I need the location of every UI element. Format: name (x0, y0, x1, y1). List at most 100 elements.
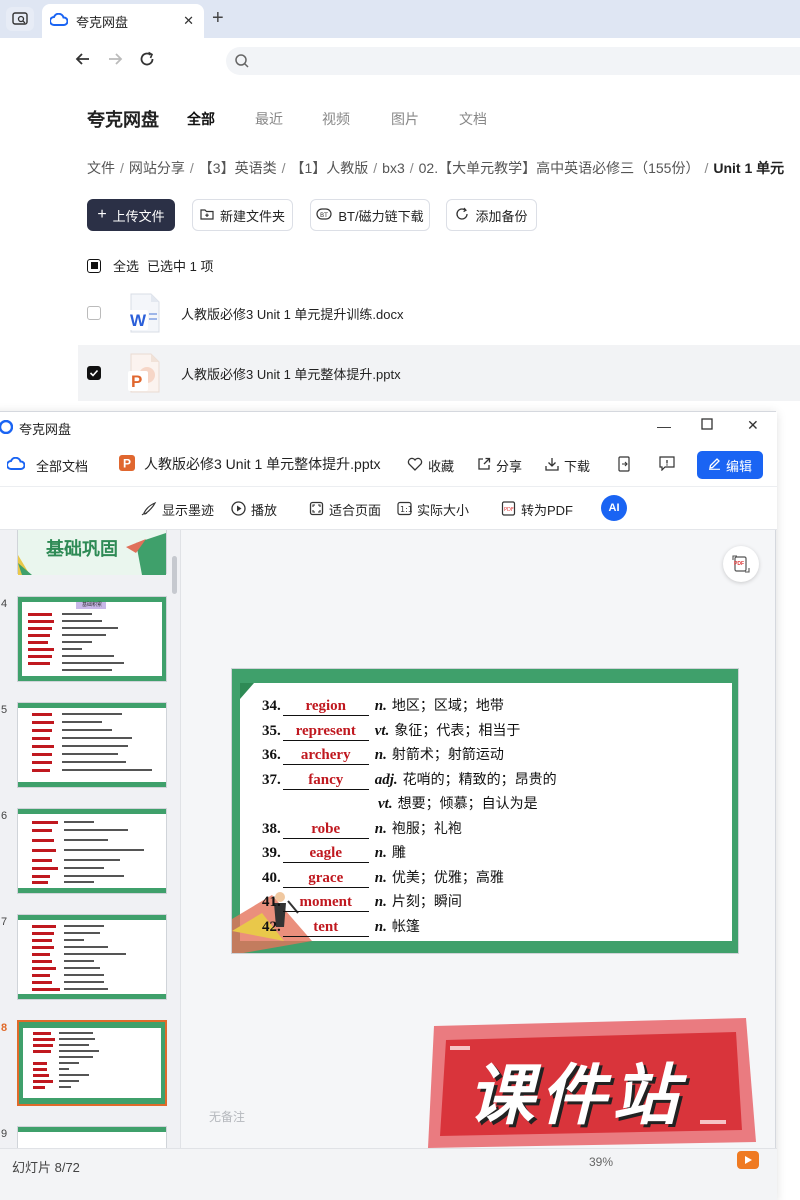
vocab-definition: 想要；倾慕；自认为是 (397, 796, 538, 812)
thumb-header-label: 基础积累 (82, 602, 103, 608)
thumb-number: 6 (1, 810, 8, 822)
breadcrumb-separator: / (409, 160, 414, 176)
tab-close-icon[interactable]: ✕ (183, 13, 194, 29)
pdf-float-button[interactable]: PDF (723, 546, 759, 582)
share-button[interactable]: 分享 (477, 456, 522, 475)
vocab-part-of-speech: n. (374, 845, 387, 861)
close-window-icon[interactable]: ✕ (747, 417, 759, 434)
export-icon[interactable] (617, 456, 631, 472)
tab-document[interactable]: 文档 (459, 109, 487, 129)
current-file-title: P 人教版必修3 Unit 1 单元整体提升.pptx (119, 454, 385, 474)
edit-label: 编辑 (725, 458, 752, 474)
breadcrumb-item[interactable]: 【1】人教版 (290, 160, 368, 176)
sidebar-scrollbar[interactable] (172, 556, 177, 594)
breadcrumb-item[interactable]: 【3】英语类 (199, 160, 277, 176)
tab-video[interactable]: 视频 (322, 109, 350, 129)
slide-thumbnail[interactable] (17, 914, 167, 1000)
vocab-entry: 40. grace n. 优美；优雅；高雅 (262, 867, 504, 888)
slide-thumbnail-active[interactable] (17, 1020, 167, 1106)
slide-thumbnail[interactable] (17, 808, 167, 894)
vocab-part-of-speech: n. (374, 894, 387, 910)
select-all-checkbox[interactable] (87, 258, 101, 273)
vocab-number: 36. (262, 747, 281, 763)
breadcrumb-current: Unit 1 单元 (713, 160, 785, 176)
file-row[interactable]: P 人教版必修3 Unit 1 单元整体提升.pptx (78, 345, 800, 401)
file-checkbox[interactable] (87, 366, 101, 380)
share-label: 分享 (496, 459, 523, 474)
viewer-toolbar: 全部文档 P 人教版必修3 Unit 1 单元整体提升.pptx 收藏 分享 下… (0, 442, 777, 486)
download-button[interactable]: 下载 (545, 456, 590, 475)
file-row[interactable]: W 人教版必修3 Unit 1 单元提升训练.docx (78, 285, 800, 341)
vocab-part-of-speech: vt. (374, 722, 390, 739)
file-name: 人教版必修3 Unit 1 单元提升训练.docx (181, 306, 404, 322)
play-label: 播放 (251, 503, 278, 518)
vocab-answer: robe (282, 821, 369, 839)
ai-assistant-button[interactable]: AI (601, 495, 627, 521)
show-ink-label: 显示墨迹 (162, 503, 215, 518)
sync-icon (455, 207, 469, 224)
bt-download-button[interactable]: BT BT/磁力链下载 (310, 199, 430, 231)
word-file-icon: W (127, 293, 161, 333)
select-all-label[interactable]: 全选 (113, 256, 139, 275)
browser-tab[interactable]: 夸克网盘 ✕ (42, 4, 204, 38)
collect-button[interactable]: 收藏 (407, 456, 454, 475)
vocab-number: 42. (262, 918, 281, 935)
address-bar[interactable] (226, 47, 800, 75)
tab-all[interactable]: 全部 (187, 109, 215, 129)
vocab-entry: 34. region n. 地区；区域；地带 (262, 695, 504, 716)
slide-thumbnail[interactable]: 基础积累 (17, 596, 167, 682)
play-orange-icon[interactable] (737, 1151, 759, 1169)
file-checkbox[interactable] (87, 306, 101, 320)
search-icon (234, 53, 250, 74)
fit-page-button[interactable]: 适合页面 (309, 500, 381, 519)
zoom-level[interactable]: 39% (589, 1155, 613, 1169)
edit-button[interactable]: 编辑 (697, 451, 763, 479)
back-icon[interactable] (74, 50, 92, 72)
convert-pdf-button[interactable]: PDF 转为PDF (501, 500, 573, 519)
download-icon (545, 457, 559, 474)
all-docs-button[interactable]: 全部文档 (6, 456, 89, 475)
add-backup-button[interactable]: 添加备份 (446, 199, 537, 231)
maximize-icon[interactable] (701, 417, 713, 433)
breadcrumb-separator: / (189, 160, 194, 176)
thumb-number: 8 (1, 1022, 8, 1034)
play-button[interactable]: 播放 (231, 500, 277, 519)
vocab-number: 40. (262, 869, 281, 886)
reload-icon[interactable] (138, 50, 156, 72)
show-ink-button[interactable]: 显示墨迹 (141, 500, 214, 519)
breadcrumb-item[interactable]: 网站分享 (129, 160, 185, 176)
slide-thumbnail[interactable] (17, 702, 167, 788)
vocab-definition: 片刻；瞬间 (391, 894, 462, 910)
vocab-definition: 地区；区域；地带 (391, 698, 504, 714)
all-docs-label: 全部文档 (36, 459, 89, 474)
slide-thumbnail[interactable]: 基础巩固 (17, 530, 167, 575)
vocab-definition: 花哨的；精致的；昂贵的 (402, 771, 557, 788)
new-tab-button[interactable]: + (212, 8, 224, 28)
feedback-icon[interactable] (659, 456, 675, 471)
breadcrumb-item[interactable]: 02.【大单元教学】高中英语必修三（155份） (419, 160, 700, 176)
tab-search-icon[interactable] (6, 7, 34, 31)
tab-image[interactable]: 图片 (391, 109, 419, 129)
actual-size-icon: 1:1 (397, 501, 413, 519)
pencil-icon (708, 457, 721, 473)
actual-size-button[interactable]: 1:1 实际大小 (397, 500, 469, 519)
slide-thumbnail[interactable] (17, 1126, 167, 1150)
minimize-icon[interactable]: — (657, 418, 671, 434)
ppt-small-icon: P (119, 454, 135, 474)
svg-text:PDF: PDF (504, 507, 514, 513)
browser-tab-bar: 夸克网盘 ✕ + (0, 0, 800, 38)
tab-recent[interactable]: 最近 (255, 109, 283, 129)
vocab-answer: fancy (282, 772, 369, 790)
forward-icon[interactable] (106, 50, 124, 72)
upload-button[interactable]: + 上传文件 (87, 199, 175, 231)
cloud-icon (6, 456, 26, 474)
vocab-entry: 35. represent vt. 象征；代表；相当于 (262, 720, 520, 741)
breadcrumb-item[interactable]: bx3 (382, 160, 405, 176)
new-folder-button[interactable]: 新建文件夹 (192, 199, 293, 231)
breadcrumb-item[interactable]: 文件 (87, 160, 115, 176)
vocab-answer: region (282, 698, 369, 716)
vocab-entry: 39. eagle n. 雕 (262, 842, 406, 863)
vocab-part-of-speech: adj. (374, 771, 398, 788)
slide-counter: 幻灯片 8/72 (12, 1160, 80, 1175)
svg-text:BT: BT (320, 212, 328, 219)
